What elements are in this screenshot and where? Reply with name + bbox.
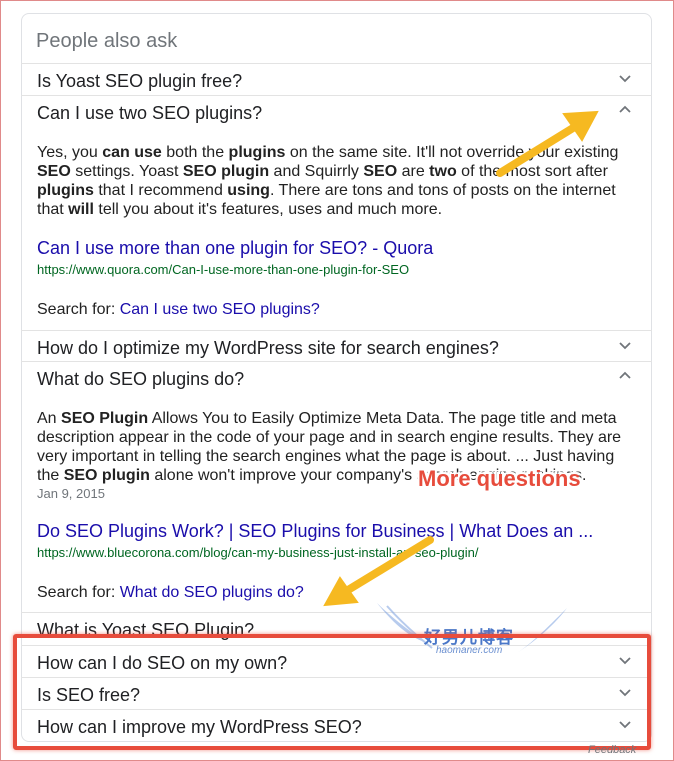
question-text: How do I optimize my WordPress site for …	[37, 338, 499, 358]
answer-snippet: Yes, you can use both the plugins on the…	[37, 144, 619, 218]
highlight-box	[13, 634, 651, 750]
more-questions-callout: More questions	[418, 466, 581, 491]
search-for-label: Search for:	[37, 584, 120, 601]
question-row[interactable]: Is Yoast SEO plugin free?	[21, 63, 652, 95]
panel-heading: People also ask	[36, 30, 178, 52]
result-link-url: https://www.bluecorona.com/blog/can-my-b…	[37, 545, 479, 560]
answer-date: Jan 9, 2015	[37, 486, 105, 501]
result-link-title[interactable]: Can I use more than one plugin for SEO? …	[37, 238, 433, 259]
question-row[interactable]: Can I use two SEO plugins?	[21, 95, 652, 127]
result-link-url: https://www.quora.com/Can-I-use-more-tha…	[37, 262, 410, 277]
question-text: Can I use two SEO plugins?	[37, 103, 263, 123]
search-for: Search for: What do SEO plugins do?	[37, 584, 304, 602]
search-for-link[interactable]: Can I use two SEO plugins?	[120, 301, 320, 318]
chevron-up-icon	[619, 105, 631, 113]
question-row[interactable]: How do I optimize my WordPress site for …	[21, 330, 652, 362]
chevron-up-icon	[619, 371, 631, 379]
question-row[interactable]: What do SEO plugins do?	[21, 361, 652, 393]
question-text: Is Yoast SEO plugin free?	[37, 71, 243, 91]
chevron-down-icon	[619, 342, 631, 350]
feedback-link[interactable]: Feedback	[588, 744, 636, 756]
question-text: What do SEO plugins do?	[37, 369, 245, 389]
search-for-link[interactable]: What do SEO plugins do?	[120, 584, 304, 601]
chevron-down-icon	[619, 75, 631, 83]
search-for-label: Search for:	[37, 301, 120, 318]
result-link-title[interactable]: Do SEO Plugins Work? | SEO Plugins for B…	[37, 521, 593, 542]
search-for: Search for: Can I use two SEO plugins?	[37, 301, 320, 319]
